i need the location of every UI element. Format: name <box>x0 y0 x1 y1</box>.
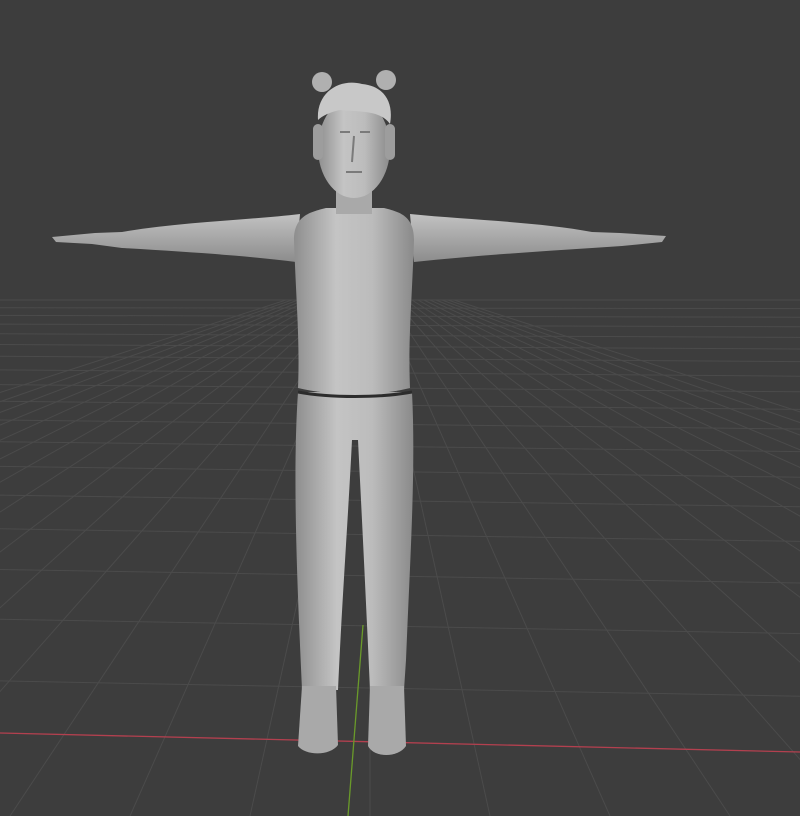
grid-line <box>381 299 611 816</box>
grid-line <box>0 299 347 693</box>
viewport-canvas[interactable] <box>0 0 800 816</box>
legs <box>295 392 414 690</box>
grid-line <box>423 299 800 490</box>
grid-line <box>0 299 341 609</box>
ear-left <box>312 72 332 92</box>
3d-viewport[interactable] <box>0 0 800 816</box>
grid-line <box>0 299 335 553</box>
headphone-right <box>385 124 395 160</box>
grid-line <box>405 299 800 598</box>
right-boot <box>368 686 406 755</box>
ear-right <box>376 70 396 90</box>
grid-line <box>387 299 731 816</box>
left-arm <box>52 214 300 262</box>
right-arm <box>410 214 666 262</box>
headphone-left <box>313 124 323 160</box>
y-axis-line <box>347 624 364 816</box>
grid-line <box>393 299 800 761</box>
left-boot <box>298 686 338 754</box>
grid-line <box>435 299 800 451</box>
character-model[interactable] <box>52 70 666 755</box>
grid-line <box>417 299 800 517</box>
torso <box>294 208 414 394</box>
grid-line <box>411 299 800 552</box>
